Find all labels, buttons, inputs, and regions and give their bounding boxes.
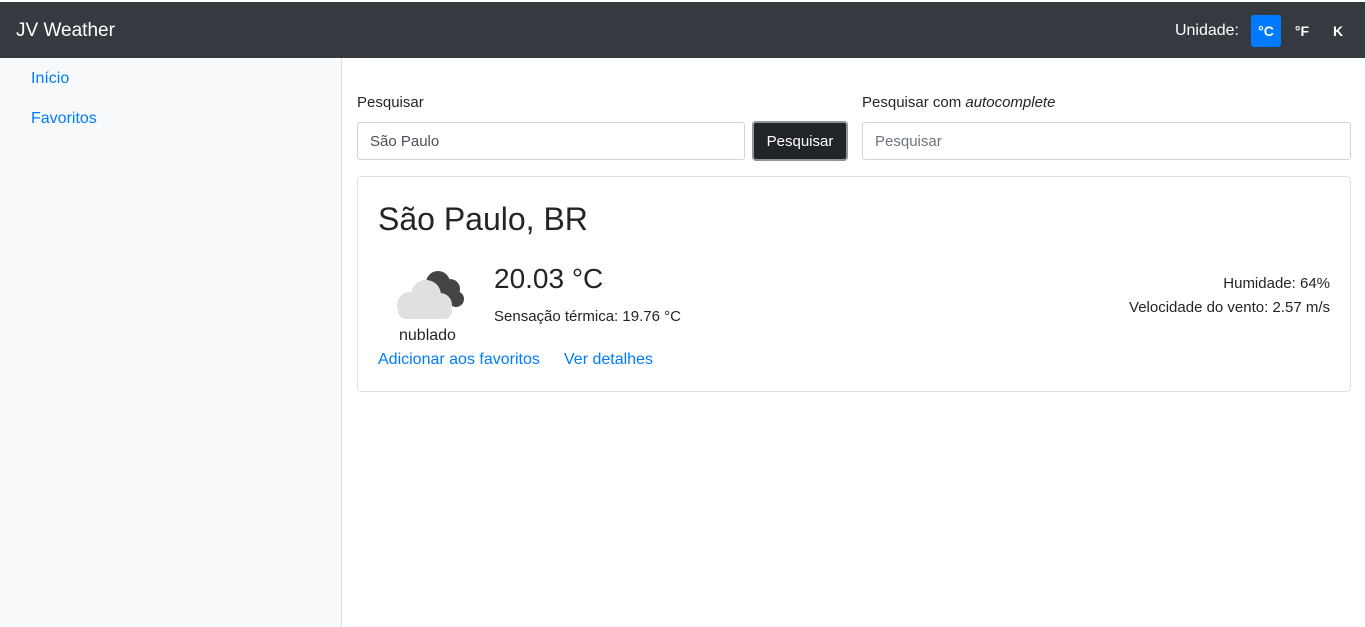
city-title: São Paulo, BR <box>378 201 588 237</box>
navbar: JV Weather Unidade: °C °F K <box>0 0 1365 58</box>
search-button[interactable]: Pesquisar <box>752 121 848 161</box>
weather-card: São Paulo, BR nublado 20.03 °C Sensação … <box>357 176 1351 392</box>
cloudy-icon <box>397 271 464 319</box>
temperature-value: 20.03 °C <box>494 263 604 294</box>
autocomplete-label-emphasis: autocomplete <box>965 94 1056 111</box>
unit-selector: Unidade: °C °F K <box>1175 15 1353 47</box>
unit-label: Unidade: <box>1174 22 1239 39</box>
autocomplete-label-prefix: Pesquisar com <box>862 94 966 111</box>
unit-fahrenheit-button[interactable]: °F <box>1287 15 1317 47</box>
sidebar-item-inicio[interactable]: Início <box>31 70 69 88</box>
brand-title[interactable]: JV Weather <box>16 20 115 42</box>
main-content: Pesquisar Pesquisar Pesquisar com autoco… <box>342 58 1365 627</box>
humidity-text: Humidade: 64% <box>1223 275 1330 292</box>
details-link[interactable]: Ver detalhes <box>564 351 653 369</box>
autocomplete-input[interactable] <box>862 122 1351 160</box>
autocomplete-label: Pesquisar com autocomplete <box>862 94 1055 111</box>
search-input[interactable] <box>357 122 745 160</box>
unit-celsius-button[interactable]: °C <box>1251 15 1281 47</box>
sidebar: Início Favoritos <box>0 58 342 627</box>
weather-condition: nublado <box>399 327 456 344</box>
add-favorite-link[interactable]: Adicionar aos favoritos <box>378 351 540 369</box>
sidebar-item-favoritos[interactable]: Favoritos <box>31 110 97 128</box>
search-label: Pesquisar <box>357 94 424 111</box>
feels-like-text: Sensação térmica: 19.76 °C <box>494 308 681 325</box>
unit-kelvin-button[interactable]: K <box>1323 15 1353 47</box>
wind-speed-text: Velocidade do vento: 2.57 m/s <box>1129 299 1330 316</box>
